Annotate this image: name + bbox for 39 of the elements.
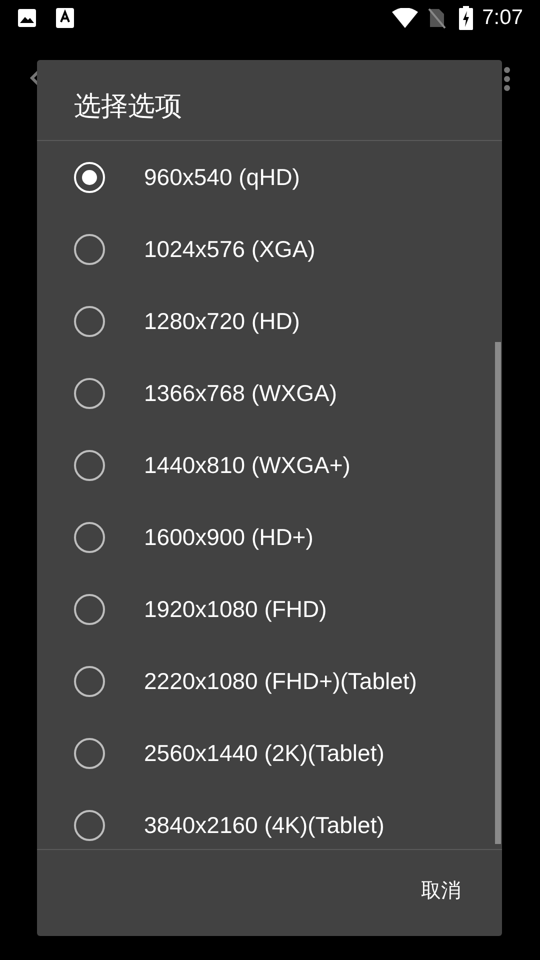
radio-unselected-icon[interactable]: [74, 450, 105, 480]
option-label: 960x540 (qHD): [144, 162, 300, 192]
image-notification-icon: [17, 8, 37, 28]
radio-option[interactable]: 1280x720 (HD): [37, 285, 502, 357]
radio-unselected-icon[interactable]: [74, 594, 105, 624]
option-label: 1366x768 (WXGA): [144, 378, 338, 408]
radio-option[interactable]: 1600x900 (HD+): [37, 501, 502, 573]
cancel-button[interactable]: 取消: [417, 870, 465, 912]
option-label: 3840x2160 (4K)(Tablet): [144, 810, 384, 840]
radio-option[interactable]: 1440x810 (WXGA+): [37, 429, 502, 501]
battery-charging-icon: [459, 6, 474, 30]
radio-option[interactable]: 2220x1080 (FHD+)(Tablet): [37, 645, 502, 717]
radio-unselected-icon[interactable]: [74, 522, 105, 552]
option-label: 1600x900 (HD+): [144, 522, 314, 552]
radio-unselected-icon[interactable]: [74, 378, 105, 408]
radio-unselected-icon[interactable]: [74, 306, 105, 336]
option-label: 2220x1080 (FHD+)(Tablet): [144, 666, 417, 696]
radio-unselected-icon[interactable]: [74, 810, 105, 840]
option-label: 1280x720 (HD): [144, 306, 300, 336]
option-label: 1920x1080 (FHD): [144, 594, 327, 624]
app-notification-icon: [56, 8, 74, 28]
no-sim-icon: [428, 7, 446, 29]
option-label: 1024x576 (XGA): [144, 234, 316, 264]
radio-option[interactable]: 960x540 (qHD): [37, 141, 502, 213]
overflow-menu-icon[interactable]: [503, 66, 511, 92]
dialog-title: 选择选项: [74, 90, 182, 123]
radio-unselected-icon[interactable]: [74, 738, 105, 768]
radio-selected-icon[interactable]: [74, 162, 105, 192]
wifi-icon: [392, 8, 418, 28]
radio-option[interactable]: 2560x1440 (2K)(Tablet): [37, 717, 502, 789]
radio-option[interactable]: 1366x768 (WXGA): [37, 357, 502, 429]
option-label: 2560x1440 (2K)(Tablet): [144, 738, 384, 768]
radio-option[interactable]: 3840x2160 (4K)(Tablet): [37, 789, 502, 861]
radio-unselected-icon[interactable]: [74, 234, 105, 264]
option-label: 1440x810 (WXGA+): [144, 450, 350, 480]
radio-option[interactable]: 1024x576 (XGA): [37, 213, 502, 285]
clock-time: 7:07: [482, 5, 523, 32]
radio-unselected-icon[interactable]: [74, 666, 105, 696]
radio-option[interactable]: 1920x1080 (FHD): [37, 573, 502, 645]
